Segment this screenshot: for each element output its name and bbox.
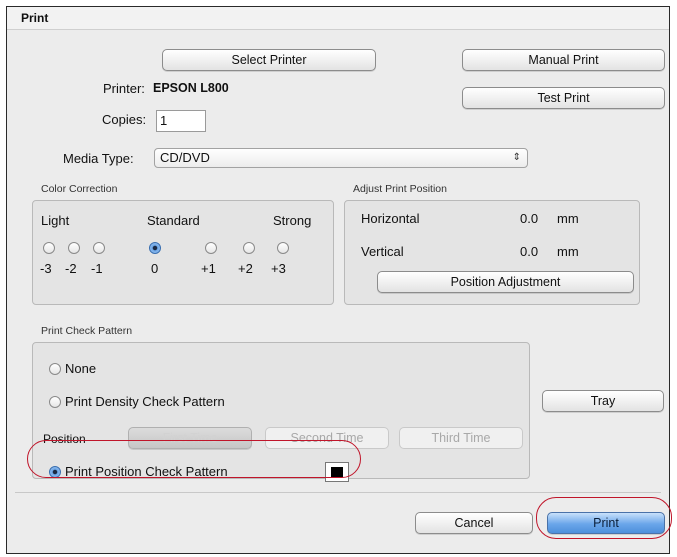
third-time-button[interactable]: Third Time bbox=[399, 427, 523, 449]
title-bar: Print bbox=[7, 7, 669, 30]
standard-label: Standard bbox=[147, 213, 200, 228]
copies-field[interactable]: 1 bbox=[156, 110, 206, 132]
horizontal-value: 0.0 bbox=[520, 211, 539, 226]
footer-divider bbox=[15, 492, 661, 493]
media-type-value: CD/DVD bbox=[160, 150, 210, 165]
test-print-button[interactable]: Test Print bbox=[462, 87, 665, 109]
radio-color-plus3[interactable] bbox=[277, 242, 289, 254]
level-label: -1 bbox=[91, 261, 103, 276]
manual-print-button[interactable]: Manual Print bbox=[462, 49, 665, 71]
vertical-label: Vertical bbox=[361, 244, 404, 259]
strong-label: Strong bbox=[273, 213, 312, 228]
none-label[interactable]: None bbox=[65, 361, 96, 376]
highlight-position-pattern bbox=[27, 440, 361, 478]
radio-none[interactable] bbox=[49, 363, 61, 375]
select-printer-button[interactable]: Select Printer bbox=[162, 49, 376, 71]
dialog-title: Print bbox=[21, 11, 49, 25]
color-correction-title: Color Correction bbox=[41, 183, 118, 195]
highlight-print-button bbox=[536, 497, 672, 539]
radio-color-plus2[interactable] bbox=[243, 242, 255, 254]
level-label: +3 bbox=[271, 261, 286, 276]
copies-label: Copies: bbox=[102, 112, 147, 127]
adjust-position-title: Adjust Print Position bbox=[353, 183, 447, 195]
level-label: -2 bbox=[65, 261, 77, 276]
level-label: 0 bbox=[151, 261, 159, 276]
printer-name: EPSON L800 bbox=[153, 81, 229, 95]
adjust-position-group: Horizontal 0.0 mm Vertical 0.0 mm Positi… bbox=[344, 200, 640, 305]
horizontal-label: Horizontal bbox=[361, 211, 420, 226]
printer-label: Printer: bbox=[103, 81, 145, 96]
radio-color-0[interactable] bbox=[149, 242, 161, 254]
media-type-label: Media Type: bbox=[63, 151, 134, 166]
chevron-updown-icon: ⇕ bbox=[512, 152, 521, 163]
tray-button[interactable]: Tray bbox=[542, 390, 664, 412]
level-label: +1 bbox=[201, 261, 216, 276]
horizontal-unit: mm bbox=[557, 211, 579, 226]
media-type-select[interactable]: CD/DVD ⇕ bbox=[154, 148, 528, 168]
level-label: +2 bbox=[238, 261, 253, 276]
level-label: -3 bbox=[40, 261, 52, 276]
radio-density-pattern[interactable] bbox=[49, 396, 61, 408]
color-correction-group: Light Standard Strong -3 -2 -1 0 +1 +2 +… bbox=[32, 200, 334, 305]
radio-color-minus3[interactable] bbox=[43, 242, 55, 254]
radio-color-minus2[interactable] bbox=[68, 242, 80, 254]
radio-color-plus1[interactable] bbox=[205, 242, 217, 254]
check-pattern-title: Print Check Pattern bbox=[41, 325, 133, 337]
cancel-button[interactable]: Cancel bbox=[415, 512, 533, 534]
vertical-unit: mm bbox=[557, 244, 579, 259]
light-label: Light bbox=[41, 213, 70, 228]
density-pattern-label[interactable]: Print Density Check Pattern bbox=[65, 394, 225, 409]
vertical-value: 0.0 bbox=[520, 244, 539, 259]
radio-color-minus1[interactable] bbox=[93, 242, 105, 254]
position-adjustment-button[interactable]: Position Adjustment bbox=[377, 271, 634, 293]
